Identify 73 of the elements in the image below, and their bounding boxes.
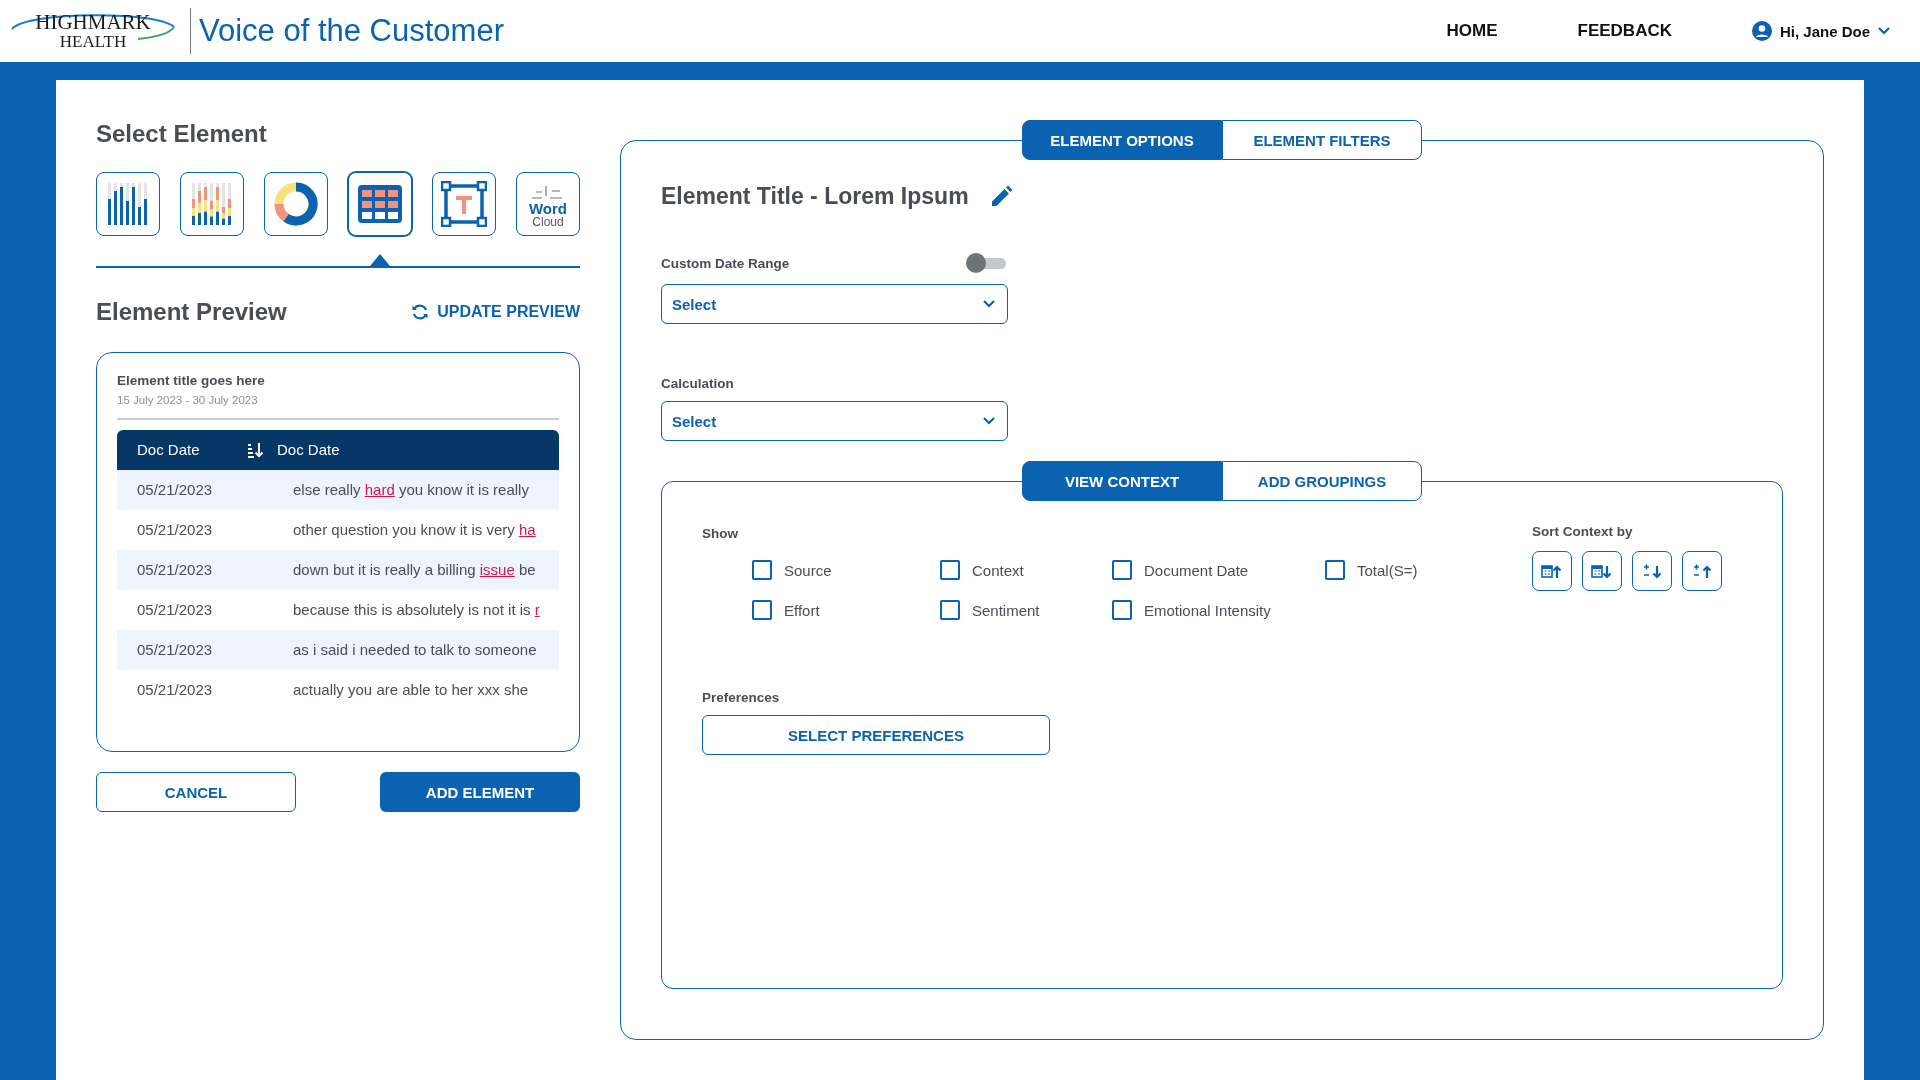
element-title: Element Title - Lorem Ipsum (661, 183, 969, 210)
update-preview-link[interactable]: UPDATE PREVIEW (411, 303, 580, 321)
checkbox[interactable] (752, 560, 772, 580)
tab[interactable]: ADD GROUPINGS (1222, 461, 1422, 501)
tab[interactable]: VIEW CONTEXT (1022, 461, 1222, 501)
sort-descending-icon[interactable] (247, 441, 263, 458)
table-cell-text: 05/21/2023 (136, 481, 214, 498)
table-cell: other question you know it is very ha (293, 521, 536, 538)
add-element-button[interactable]: ADD ELEMENT (380, 772, 580, 812)
checkbox[interactable] (1112, 560, 1132, 580)
select-dropdown[interactable]: Select (661, 284, 1008, 324)
logo-text: HIGHMARK (35, 12, 151, 33)
section-title: Select Element (96, 120, 268, 148)
checkbox-option[interactable]: Sentiment (940, 600, 1112, 620)
toggle-switch[interactable] (966, 252, 1008, 274)
tab[interactable]: ELEMENT OPTIONS (1022, 120, 1222, 160)
section-title: Element Preview (96, 298, 287, 326)
element-type-button[interactable] (96, 172, 160, 236)
checkbox-option[interactable]: Document Date (1112, 560, 1325, 580)
table-cell-text: 05/21/2023 (136, 521, 214, 538)
checkbox-option[interactable]: Total(S=) (1325, 560, 1475, 580)
element-type-button[interactable] (264, 172, 328, 236)
sort-button[interactable] (1632, 551, 1672, 591)
checkbox[interactable] (940, 560, 960, 580)
field-label: Sort Context by (1532, 524, 1634, 539)
table-cell-text: 05/21/2023 (136, 681, 214, 698)
checkbox[interactable] (940, 600, 960, 620)
logo-text: HEALTH (59, 33, 127, 50)
user-menu[interactable]: Hi, Jane Doe (1751, 21, 1890, 41)
checkbox-option[interactable]: Effort (752, 600, 940, 620)
preview-title: Element title goes here (117, 373, 266, 388)
chevron-down-icon (983, 300, 995, 308)
sort-button[interactable] (1582, 551, 1622, 591)
element-type-button[interactable] (180, 172, 244, 236)
text-box-icon (441, 181, 487, 227)
nav-link[interactable]: HOME (1446, 21, 1498, 41)
column-header[interactable]: Doc Date (117, 441, 247, 458)
table-cell: else really hard you know it is really (293, 481, 529, 498)
user-avatar-icon (1751, 21, 1772, 41)
field-label: Custom Date Range (661, 255, 790, 271)
table-cell: as i said i needed to talk to someone (293, 641, 537, 658)
chevron-down-icon (983, 417, 995, 425)
element-type-button[interactable]: Word Cloud (516, 172, 580, 236)
sort-button[interactable] (1682, 551, 1722, 591)
checkbox-option[interactable]: Context (940, 560, 1112, 580)
tab[interactable]: ELEMENT FILTERS (1222, 120, 1422, 160)
select-dropdown[interactable]: Select (661, 401, 1008, 441)
table-cell: because this is absolutely is not it is r (293, 601, 540, 618)
element-type-button[interactable] (348, 172, 412, 236)
checkbox[interactable] (1112, 600, 1132, 620)
checkbox-option[interactable]: Emotional Intensity (1112, 600, 1325, 620)
sort-button[interactable] (1532, 551, 1572, 591)
select-preferences-button[interactable]: SELECT PREFERENCES (702, 715, 1050, 755)
nav-link[interactable]: FEEDBACK (1577, 21, 1672, 41)
cancel-button[interactable]: CANCEL (96, 772, 296, 812)
field-label: Calculation (661, 376, 734, 391)
element-type-button[interactable] (432, 172, 496, 236)
field-label: Preferences (702, 690, 781, 705)
table-cell: down but it is really a billing issue be (293, 561, 536, 578)
field-label: Show (702, 526, 738, 541)
checkbox-option[interactable]: Source (752, 560, 940, 580)
table-cell: actually you are able to her xxx she (293, 681, 529, 698)
refresh-icon (411, 303, 430, 321)
chevron-down-icon (1878, 27, 1890, 35)
table-cell-text: 05/21/2023 (136, 601, 214, 618)
app-title: Voice of the Customer (199, 13, 505, 49)
column-header[interactable]: Doc Date (263, 441, 340, 458)
checkbox[interactable] (752, 600, 772, 620)
preview-date-range: 15 July 2023 - 30 July 2023 (117, 394, 259, 406)
table-cell-text: 05/21/2023 (136, 641, 214, 658)
checkbox[interactable] (1325, 560, 1345, 580)
table-cell-text: 05/21/2023 (136, 561, 214, 578)
donut-chart-icon (273, 181, 319, 227)
